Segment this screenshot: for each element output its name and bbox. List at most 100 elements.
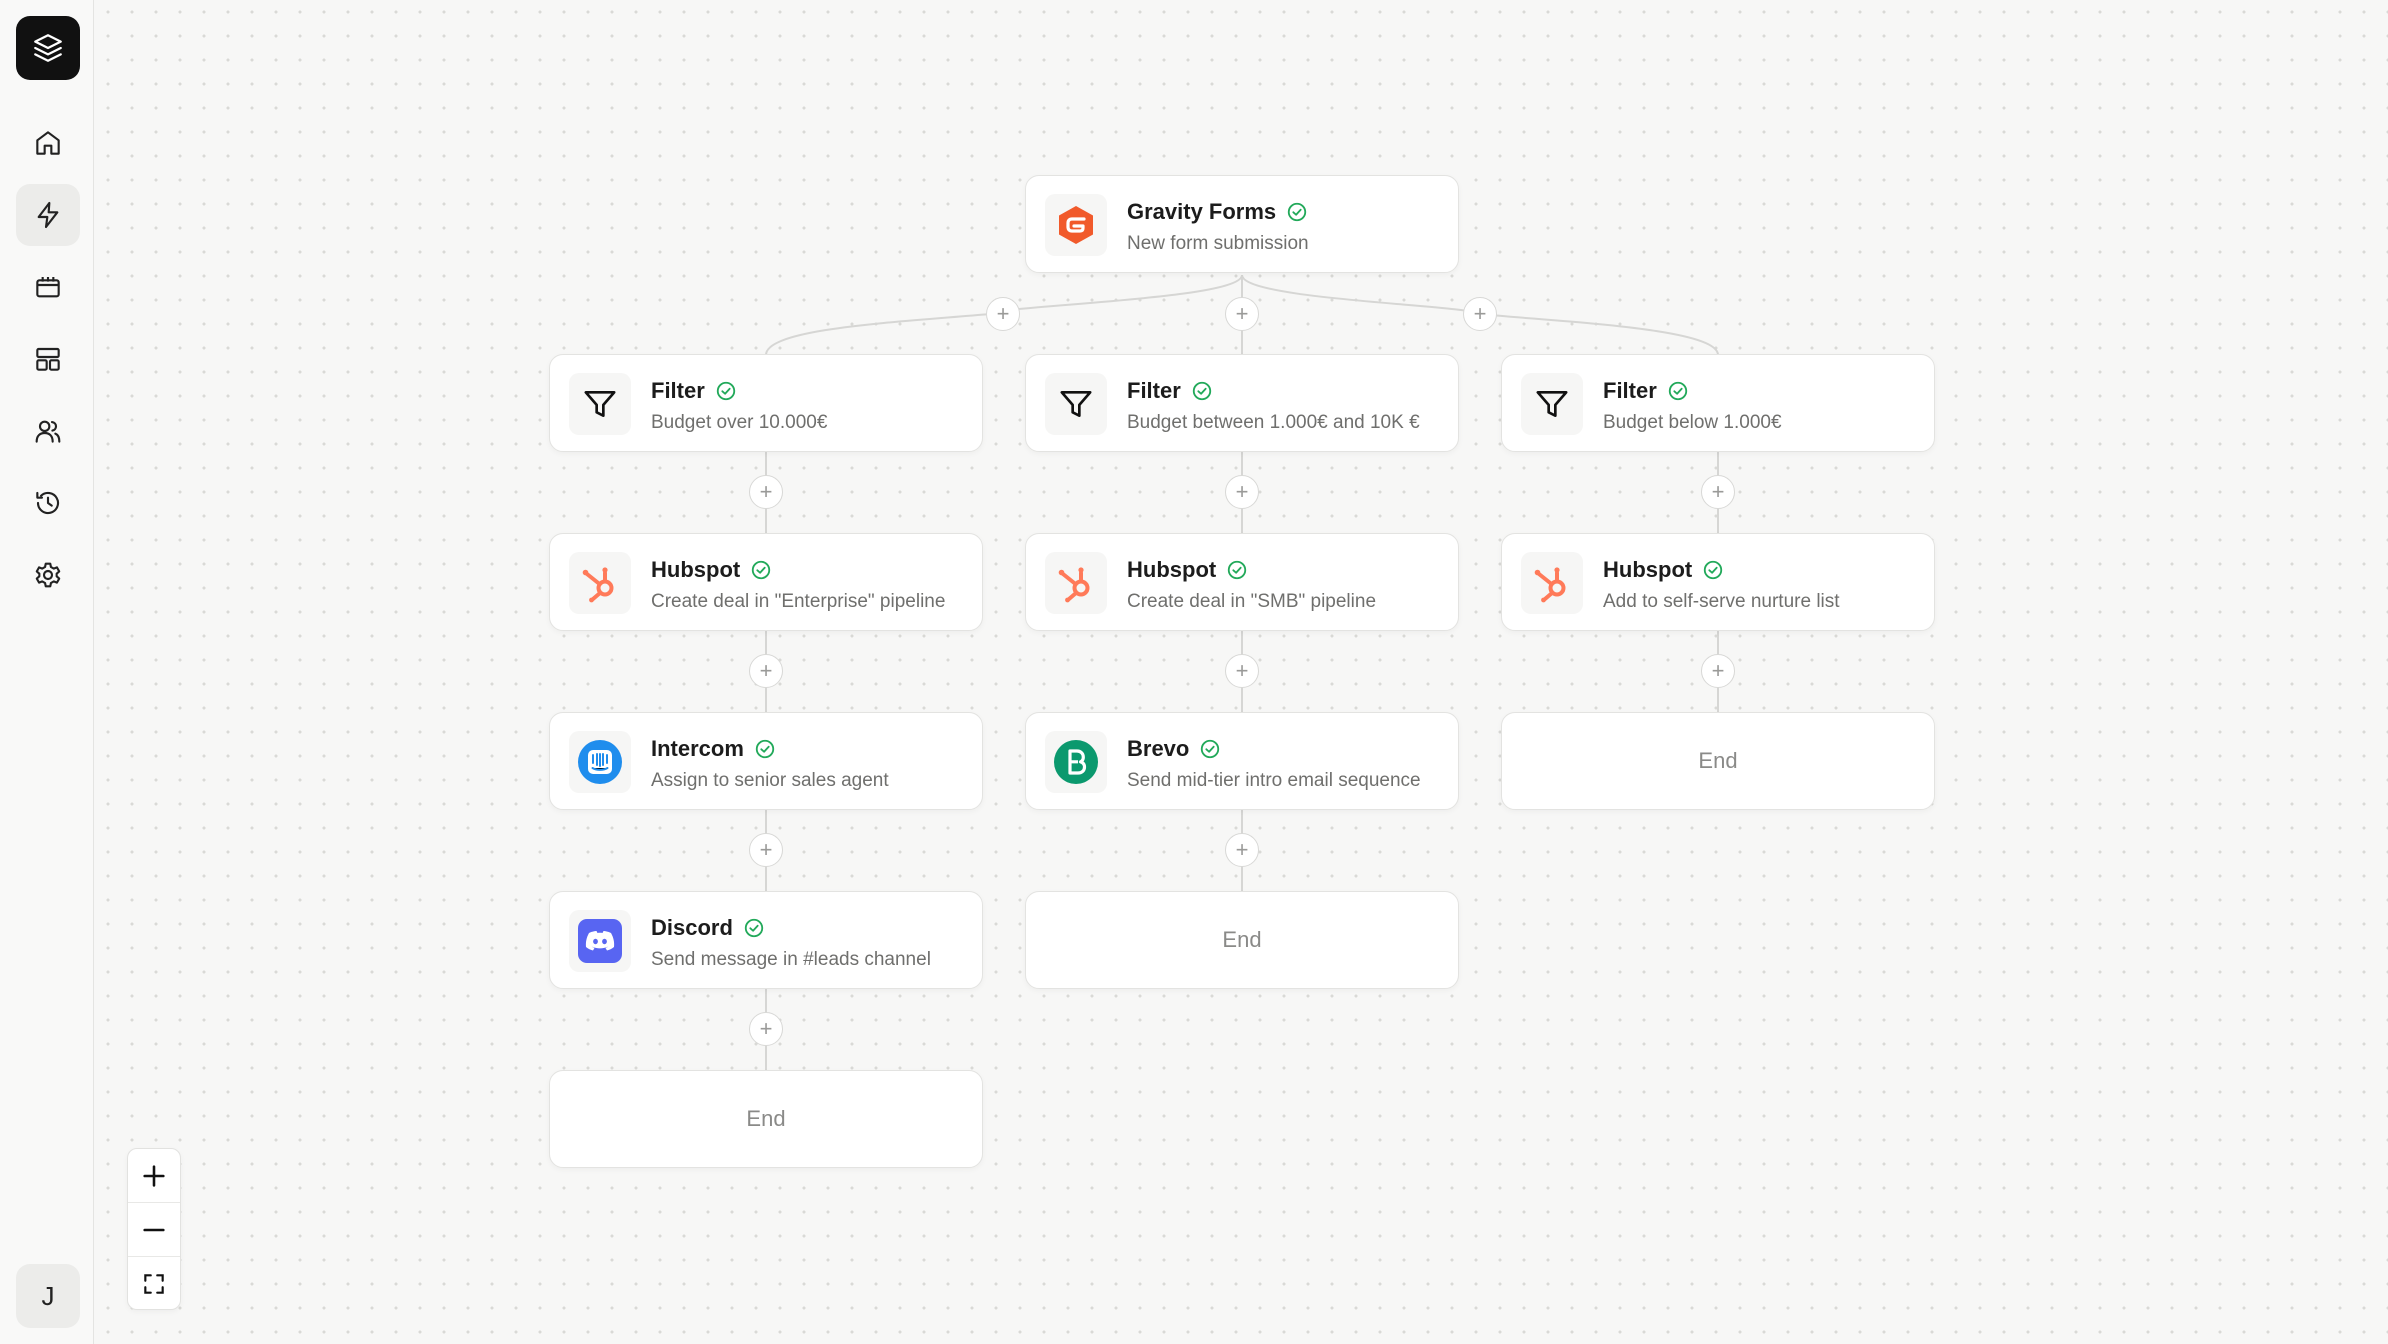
sidebar-item-settings[interactable] [16,544,80,606]
check-circle-icon [1668,381,1687,401]
filter-icon [1536,391,1568,417]
step-node-hubspot[interactable]: Hubspot Create deal in "Enterprise" pipe… [549,533,983,631]
node-subtitle: Budget between 1.000€ and 10K € [1127,412,1420,433]
node-icon-box [1521,373,1583,435]
sidebar-item-history[interactable] [16,472,80,534]
trigger-node[interactable]: Gravity Forms New form submission [1025,175,1459,273]
node-subtitle: Send message in #leads channel [651,949,931,970]
discord-icon [578,919,622,963]
plus-icon [143,1164,165,1187]
node-icon-box [569,731,631,793]
fit-screen-icon [144,1273,164,1294]
step-node-brevo[interactable]: Brevo Send mid-tier intro email sequence [1025,712,1459,810]
step-node-hubspot[interactable]: Hubspot Add to self-serve nurture list [1501,533,1935,631]
node-icon-box [1045,731,1107,793]
hubspot-icon [1058,567,1090,603]
step-node-filter[interactable]: Filter Budget over 10.000€ [549,354,983,452]
filter-icon [584,391,616,417]
node-subtitle: Assign to senior sales agent [651,770,889,791]
hubspot-icon [582,567,614,603]
minus-icon [143,1228,165,1231]
users-icon [35,420,61,443]
step-node-intercom[interactable]: Intercom Assign to senior sales agent [549,712,983,810]
node-title: Discord [651,915,765,941]
node-title: Filter [1603,378,1689,404]
user-avatar[interactable]: J [16,1264,80,1328]
node-icon-box [569,552,631,614]
node-title: Hubspot [1127,557,1248,583]
layout-icon [36,347,60,371]
node-icon-box [569,910,631,972]
end-label: End [1698,748,1738,773]
add-step-button[interactable]: + [749,654,783,688]
check-circle-icon [1704,560,1723,580]
check-circle-icon [755,739,775,759]
gravity-forms-icon [1059,206,1093,244]
brevo-icon [1054,740,1098,784]
sidebar-item-users[interactable] [16,400,80,462]
node-icon-box [569,373,631,435]
node-icon-box [1045,194,1107,256]
add-step-button[interactable]: + [1701,475,1735,509]
add-step-button[interactable]: + [1463,297,1497,331]
check-circle-icon [744,918,764,938]
node-subtitle: Budget over 10.000€ [651,412,828,433]
check-circle-icon [752,560,771,580]
sidebar-item-automations[interactable] [16,184,80,246]
add-step-button[interactable]: + [749,833,783,867]
node-icon-box [1045,373,1107,435]
end-label: End [1222,927,1262,952]
sidebar-item-calendar[interactable] [16,256,80,318]
check-circle-icon [1228,560,1247,580]
end-node: End [1501,712,1935,810]
layers-icon [34,34,62,62]
node-icon-box [1521,552,1583,614]
add-step-button[interactable]: + [1225,654,1259,688]
node-subtitle: Add to self-serve nurture list [1603,591,1840,612]
sidebar: J [0,0,94,1344]
sidebar-item-templates[interactable] [16,328,80,390]
add-step-button[interactable]: + [1225,833,1259,867]
add-step-button[interactable]: + [986,297,1020,331]
add-step-button[interactable]: + [1225,297,1259,331]
end-node: End [549,1070,983,1168]
node-subtitle: Budget below 1.000€ [1603,412,1782,433]
add-step-button[interactable]: + [1701,654,1735,688]
gear-icon [35,562,61,588]
check-circle-icon [1192,381,1211,401]
node-subtitle: Send mid-tier intro email sequence [1127,770,1421,791]
sidebar-item-home[interactable] [16,112,80,174]
add-step-button[interactable]: + [749,475,783,509]
step-node-hubspot[interactable]: Hubspot Create deal in "SMB" pipeline [1025,533,1459,631]
node-title: Intercom [651,736,776,762]
node-icon-box [1045,552,1107,614]
history-icon [36,491,60,515]
end-node: End [1025,891,1459,989]
check-circle-icon [716,381,735,401]
node-subtitle: New form submission [1127,233,1309,254]
bolt-icon [37,201,59,229]
app-logo[interactable] [16,16,80,80]
check-circle-icon [1201,739,1220,759]
add-step-button[interactable]: + [1225,475,1259,509]
node-title: Filter [1127,378,1213,404]
fit-view-button[interactable] [128,1257,180,1310]
node-subtitle: Create deal in "SMB" pipeline [1127,591,1377,612]
step-node-discord[interactable]: Discord Send message in #leads channel [549,891,983,989]
step-node-filter[interactable]: Filter Budget below 1.000€ [1501,354,1935,452]
step-node-filter[interactable]: Filter Budget between 1.000€ and 10K € [1025,354,1459,452]
check-circle-icon [1288,202,1307,222]
node-title: Hubspot [651,557,772,583]
node-subtitle: Create deal in "Enterprise" pipeline [651,591,946,612]
hubspot-icon [1534,567,1566,603]
calendar-icon [36,277,60,298]
node-title: Brevo [1127,736,1221,762]
intercom-icon [578,740,622,784]
zoom-in-button[interactable] [128,1149,180,1203]
home-icon [36,131,60,155]
node-title: Hubspot [1603,557,1724,583]
zoom-out-button[interactable] [128,1203,180,1257]
add-step-button[interactable]: + [749,1012,783,1046]
node-title: Gravity Forms [1127,199,1308,225]
end-label: End [746,1106,786,1131]
